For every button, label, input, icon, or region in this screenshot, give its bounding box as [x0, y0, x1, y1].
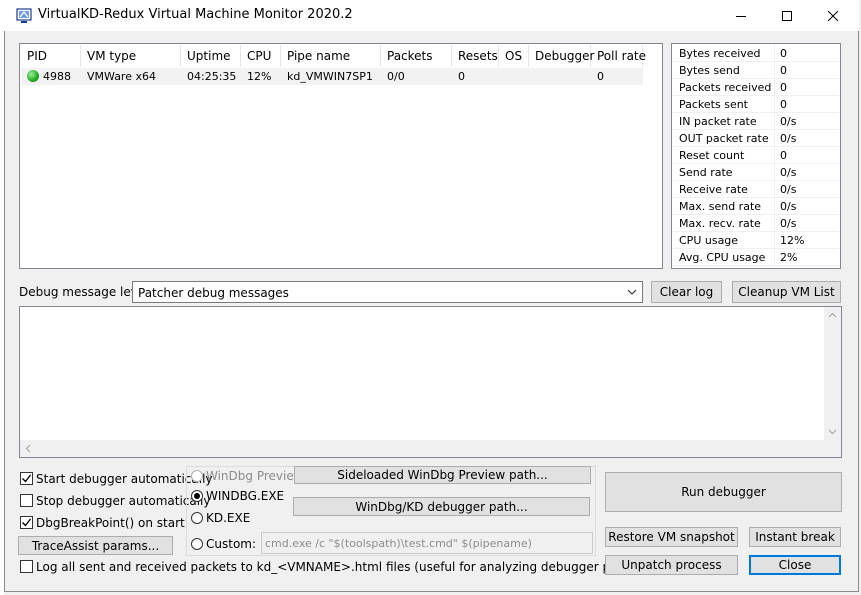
- stop-debugger-checkbox[interactable]: [20, 494, 33, 507]
- dbgbreakpoint-label[interactable]: DbgBreakPoint() on start: [36, 515, 185, 531]
- instant-break-button[interactable]: Instant break: [749, 527, 841, 547]
- debug-level-value: Patcher debug messages: [138, 286, 289, 300]
- stat-label: Reset count: [679, 149, 745, 162]
- column-header-pid[interactable]: PID: [21, 45, 81, 67]
- close-icon: [827, 10, 839, 21]
- stat-label: Bytes received: [679, 47, 761, 60]
- custom-command-text: cmd.exe /c "$(toolspath)\test.cmd" $(pip…: [265, 537, 532, 550]
- window-title: VirtualKD-Redux Virtual Machine Monitor …: [38, 7, 353, 22]
- scroll-up-icon[interactable]: [828, 312, 837, 318]
- scrollbar-corner: [824, 440, 841, 457]
- column-header-packets[interactable]: Packets: [381, 45, 452, 67]
- run-debugger-button[interactable]: Run debugger: [605, 472, 842, 512]
- checkmark-icon: [22, 518, 32, 527]
- traceassist-params-button[interactable]: TraceAssist params...: [18, 536, 173, 555]
- cell-packets: 0/0: [387, 70, 405, 83]
- stat-value: 0/s: [780, 217, 797, 230]
- stat-label: Send rate: [679, 166, 733, 179]
- stat-label: Receive rate: [679, 183, 748, 196]
- windbg-exe-radio[interactable]: [191, 490, 203, 502]
- log-vertical-scrollbar[interactable]: [824, 307, 841, 440]
- stat-value: 0: [780, 149, 787, 162]
- checkmark-icon: [22, 474, 32, 483]
- minimize-icon: [736, 15, 746, 17]
- app-icon: [16, 8, 32, 23]
- cleanup-vm-list-button[interactable]: Cleanup VM List: [732, 281, 841, 303]
- stat-value: 0/s: [780, 132, 797, 145]
- chevron-down-icon: [627, 289, 637, 295]
- minimize-button[interactable]: [718, 0, 764, 31]
- windbg-preview-label[interactable]: WinDbg Preview: [206, 468, 304, 484]
- cell-uptime: 04:25:35: [187, 70, 237, 83]
- custom-command-input[interactable]: cmd.exe /c "$(toolspath)\test.cmd" $(pip…: [261, 532, 593, 554]
- custom-radio[interactable]: [191, 538, 203, 550]
- radio-selected-dot: [194, 493, 200, 499]
- kd-exe-label[interactable]: KD.EXE: [206, 510, 250, 526]
- stat-label: Bytes send: [679, 64, 740, 77]
- cell-resets: 0: [458, 70, 465, 83]
- stat-value: 0/s: [780, 200, 797, 213]
- column-header-poll-rate[interactable]: Poll rate: [591, 45, 646, 67]
- close-button[interactable]: Close: [749, 555, 841, 575]
- stat-value: 0/s: [780, 115, 797, 128]
- kd-exe-radio[interactable]: [191, 512, 203, 524]
- stat-value: 0: [780, 64, 787, 77]
- clear-log-button[interactable]: Clear log: [651, 281, 722, 303]
- stat-value: 0: [780, 98, 787, 111]
- log-horizontal-scrollbar[interactable]: [20, 440, 824, 457]
- stop-debugger-label[interactable]: Stop debugger automatically: [36, 493, 211, 509]
- stat-label: Max. recv. rate: [679, 217, 761, 230]
- column-header-cpu[interactable]: CPU: [241, 45, 281, 67]
- stat-value: 0: [780, 81, 787, 94]
- windbg-kd-path-button[interactable]: WinDbg/KD debugger path...: [293, 497, 590, 516]
- stat-value: 12%: [780, 234, 805, 247]
- column-header-vm-type[interactable]: VM type: [81, 45, 181, 67]
- column-header-os[interactable]: OS: [499, 45, 529, 67]
- column-header-debugger[interactable]: Debugger: [529, 45, 594, 67]
- windbg-preview-radio[interactable]: [191, 470, 203, 482]
- start-debugger-checkbox[interactable]: [20, 472, 33, 485]
- stat-value: 2%: [780, 251, 798, 264]
- unpatch-process-button[interactable]: Unpatch process: [605, 555, 738, 575]
- custom-label[interactable]: Custom:: [206, 536, 256, 552]
- debug-log-area[interactable]: [19, 306, 842, 458]
- debug-level-select[interactable]: Patcher debug messages: [132, 281, 643, 303]
- column-header-resets[interactable]: Resets: [452, 45, 499, 67]
- cell-cpu: 12%: [247, 70, 272, 83]
- sideloaded-windbg-path-button[interactable]: Sideloaded WinDbg Preview path...: [294, 466, 591, 484]
- maximize-icon: [782, 10, 792, 21]
- vm-status-icon: [27, 70, 39, 82]
- stat-label: OUT packet rate: [679, 132, 769, 145]
- log-packets-label[interactable]: Log all sent and received packets to kd_…: [36, 559, 656, 575]
- column-header-pipe-name[interactable]: Pipe name: [281, 45, 381, 67]
- log-packets-checkbox[interactable]: [20, 560, 33, 573]
- stat-row-divider: [673, 265, 839, 266]
- maximize-button[interactable]: [764, 0, 810, 31]
- stat-label: Packets received: [679, 81, 772, 94]
- stat-value: 0/s: [780, 166, 797, 179]
- stat-value: 0/s: [780, 183, 797, 196]
- cell-poll-rate: 0: [597, 70, 604, 83]
- dbgbreakpoint-checkbox[interactable]: [20, 516, 33, 529]
- scroll-left-icon[interactable]: [25, 444, 31, 453]
- column-header-uptime[interactable]: Uptime: [181, 45, 241, 67]
- stat-label: Avg. CPU usage: [679, 251, 766, 264]
- close-window-button[interactable]: [810, 0, 856, 31]
- stat-value: 0: [780, 47, 787, 60]
- restore-vm-snapshot-button[interactable]: Restore VM snapshot: [605, 527, 738, 547]
- stat-label: Max. send rate: [679, 200, 762, 213]
- cell-pid: 4988: [43, 70, 71, 83]
- stat-label: Packets sent: [679, 98, 748, 111]
- cell-vm-type: VMWare x64: [87, 70, 156, 83]
- scroll-down-icon[interactable]: [828, 429, 837, 435]
- stat-label: CPU usage: [679, 234, 739, 247]
- windbg-exe-label[interactable]: WINDBG.EXE: [206, 488, 284, 504]
- cell-pipe-name: kd_VMWIN7SP1: [287, 70, 373, 83]
- stat-label: IN packet rate: [679, 115, 757, 128]
- stat-column-divider: [774, 44, 775, 265]
